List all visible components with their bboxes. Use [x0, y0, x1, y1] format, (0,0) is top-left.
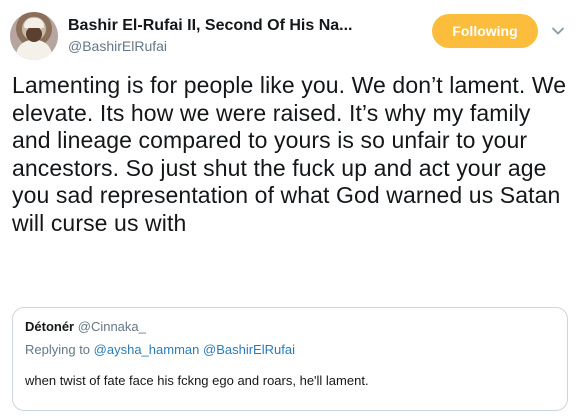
avatar-face: [26, 26, 42, 42]
avatar[interactable]: [10, 12, 58, 60]
quoted-tweet-header: Détonér @Cinnaka_: [25, 318, 555, 336]
quoted-author-handle: @Cinnaka_: [77, 319, 146, 334]
replying-to-label: Replying to: [25, 342, 91, 357]
author-names[interactable]: Bashir El-Rufai II, Second Of His Na... …: [68, 16, 388, 55]
quoted-tweet[interactable]: Détonér @Cinnaka_ Replying to @aysha_ham…: [12, 307, 568, 411]
mention-link-aysha[interactable]: @aysha_hamman: [94, 342, 200, 357]
tweet-header: Bashir El-Rufai II, Second Of His Na... …: [10, 12, 570, 60]
quoted-tweet-text: when twist of fate face his fckng ego an…: [25, 373, 369, 388]
mention-link-bashir[interactable]: @BashirElRufai: [203, 342, 295, 357]
avatar-robe: [16, 40, 52, 60]
chevron-down-icon[interactable]: [551, 24, 565, 38]
quoted-author-name: Détonér: [25, 319, 75, 334]
author-display-name[interactable]: Bashir El-Rufai II, Second Of His Na...: [68, 16, 388, 36]
author-handle[interactable]: @BashirElRufai: [68, 37, 388, 55]
avatar-hat: [24, 18, 44, 28]
replying-to-line: Replying to @aysha_hamman @BashirElRufai: [25, 341, 555, 359]
following-button[interactable]: Following: [432, 14, 538, 48]
tweet-text: Lamenting is for people like you. We don…: [12, 72, 567, 236]
